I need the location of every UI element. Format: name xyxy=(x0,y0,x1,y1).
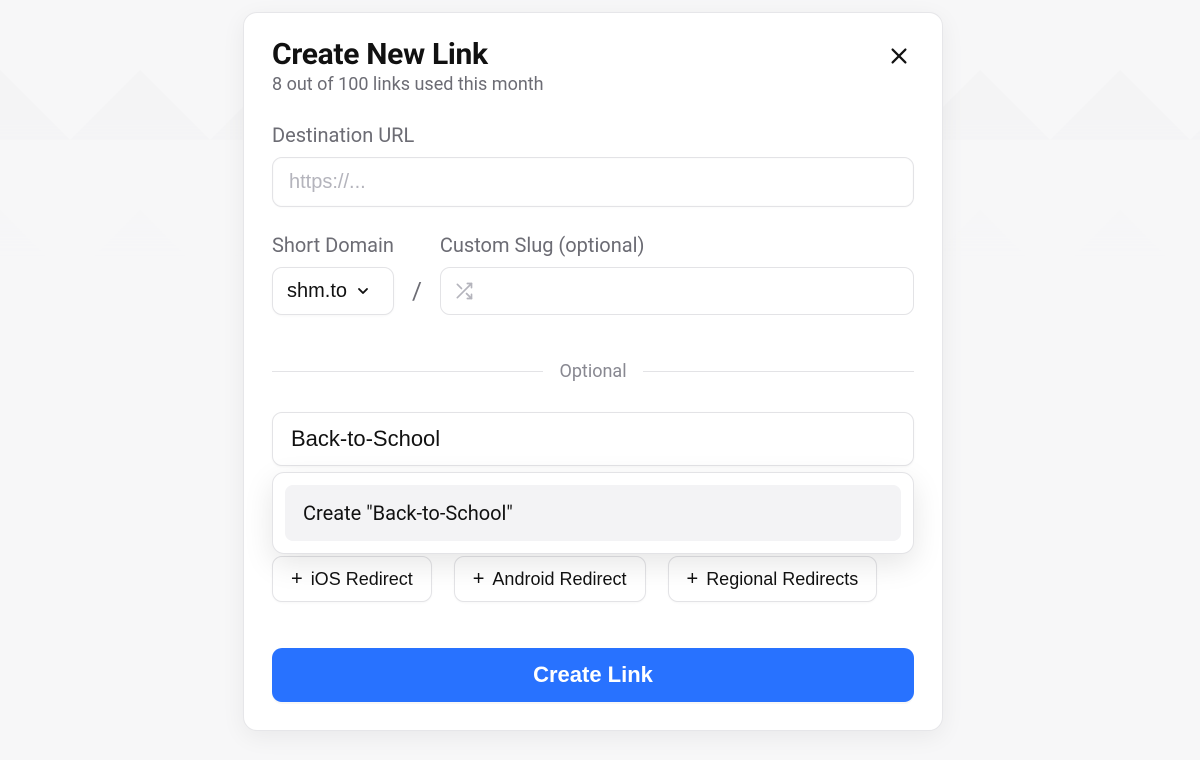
add-android-redirect-button[interactable]: + Android Redirect xyxy=(454,556,646,602)
optional-divider: Optional xyxy=(272,361,914,382)
destination-url-label: Destination URL xyxy=(272,123,914,147)
usage-subtitle: 8 out of 100 links used this month xyxy=(272,74,544,95)
domain-slug-row: Short Domain shm.to / Custom Slug (optio… xyxy=(272,233,914,315)
short-domain-select[interactable]: shm.to xyxy=(272,267,394,315)
modal-header: Create New Link 8 out of 100 links used … xyxy=(272,35,914,95)
path-separator: / xyxy=(412,277,422,315)
tag-search-input[interactable] xyxy=(272,412,914,466)
add-regional-redirects-button[interactable]: + Regional Redirects xyxy=(668,556,878,602)
short-domain-block: Short Domain shm.to xyxy=(272,233,394,315)
destination-url-input[interactable] xyxy=(272,157,914,207)
plus-icon: + xyxy=(291,569,303,589)
modal-title: Create New Link xyxy=(272,37,544,72)
create-tag-suggestion[interactable]: Create "Back-to-School" xyxy=(285,485,901,541)
destination-url-block: Destination URL xyxy=(272,123,914,207)
custom-slug-label: Custom Slug (optional) xyxy=(440,233,914,257)
short-domain-value: shm.to xyxy=(287,280,347,303)
plus-icon: + xyxy=(687,569,699,589)
modal-heading: Create New Link 8 out of 100 links used … xyxy=(272,35,544,95)
create-link-modal: Create New Link 8 out of 100 links used … xyxy=(243,12,943,731)
tag-suggestion-dropdown: Create "Back-to-School" xyxy=(272,472,914,554)
chip-label-ios: iOS Redirect xyxy=(311,569,413,590)
divider-line-right xyxy=(643,371,914,372)
create-link-button[interactable]: Create Link xyxy=(272,648,914,702)
chip-label-android: Android Redirect xyxy=(492,569,626,590)
divider-label: Optional xyxy=(559,361,626,382)
chip-label-regional: Regional Redirects xyxy=(706,569,858,590)
custom-slug-block: Custom Slug (optional) xyxy=(440,233,914,315)
tag-search-block: Create "Back-to-School" xyxy=(272,412,914,466)
divider-line-left xyxy=(272,371,543,372)
custom-slug-input[interactable] xyxy=(440,267,914,315)
redirect-chips-row: + iOS Redirect + Android Redirect + Regi… xyxy=(272,556,914,602)
chevron-down-icon xyxy=(355,283,371,299)
close-icon xyxy=(888,45,910,67)
close-button[interactable] xyxy=(884,41,914,71)
add-ios-redirect-button[interactable]: + iOS Redirect xyxy=(272,556,432,602)
plus-icon: + xyxy=(473,569,485,589)
short-domain-label: Short Domain xyxy=(272,233,394,257)
